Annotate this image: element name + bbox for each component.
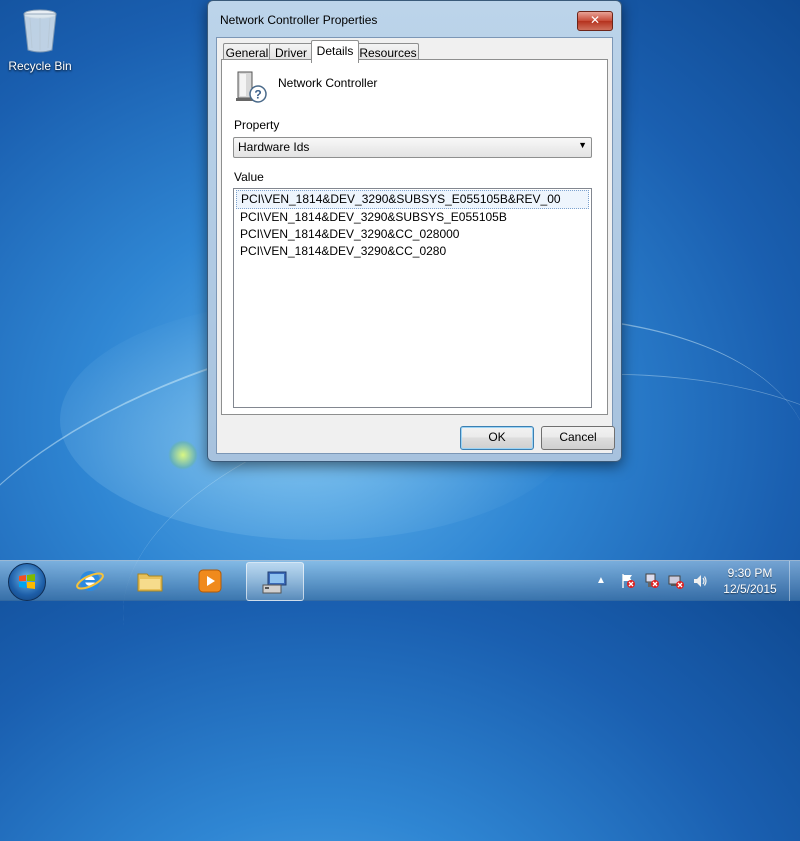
taskbar-device-manager[interactable] <box>246 562 304 601</box>
network-icon[interactable] <box>644 573 660 589</box>
recycle-bin[interactable]: Recycle Bin <box>4 6 76 73</box>
volume-icon[interactable] <box>692 573 708 589</box>
recycle-bin-icon <box>23 9 57 53</box>
list-item[interactable]: PCI\VEN_1814&DEV_3290&CC_0280 <box>234 243 591 260</box>
dialog-titlebar[interactable]: Network Controller Properties ✕ <box>208 1 621 37</box>
clock-time: 9:30 PM <box>727 566 773 580</box>
start-button[interactable] <box>8 563 46 601</box>
taskbar: ▲ 9:30 PM 12/5/2015 <box>0 560 800 601</box>
close-button[interactable]: ✕ <box>577 11 613 31</box>
taskbar-internet-explorer[interactable] <box>62 562 118 599</box>
property-label: Property <box>234 118 280 132</box>
details-page: ? Network Controller Property Hardware I… <box>221 59 608 415</box>
network-controller-icon: ? <box>236 71 267 103</box>
windows-logo-icon <box>19 574 35 589</box>
dialog-body: General Driver Details Resources ? Netwo… <box>216 37 615 454</box>
property-selected-value: Hardware Ids <box>238 140 310 154</box>
device-manager-icon <box>262 571 287 594</box>
media-player-icon <box>198 569 222 593</box>
clock-date: 12/5/2015 <box>723 582 777 596</box>
device-name: Network Controller <box>278 76 378 90</box>
value-label: Value <box>234 170 264 184</box>
properties-dialog: Network Controller Properties ✕ General … <box>207 0 622 462</box>
network-error-icon[interactable] <box>668 573 684 589</box>
value-list[interactable]: PCI\VEN_1814&DEV_3290&SUBSYS_E055105B&RE… <box>233 188 592 408</box>
dialog-title: Network Controller Properties <box>220 13 378 27</box>
close-icon: ✕ <box>589 13 601 27</box>
show-hidden-icons-arrow[interactable]: ▲ <box>596 573 612 589</box>
action-center-icon[interactable] <box>620 573 636 589</box>
svg-text:?: ? <box>254 88 261 102</box>
ok-button[interactable]: OK <box>460 426 534 450</box>
list-item[interactable]: PCI\VEN_1814&DEV_3290&SUBSYS_E055105B&RE… <box>236 190 589 209</box>
tab-details[interactable]: Details <box>311 40 359 63</box>
recycle-bin-label: Recycle Bin <box>8 59 72 73</box>
list-item[interactable]: PCI\VEN_1814&DEV_3290&CC_028000 <box>234 226 591 243</box>
clock[interactable]: 9:30 PM 12/5/2015 <box>712 565 788 597</box>
list-item[interactable]: PCI\VEN_1814&DEV_3290&SUBSYS_E055105B <box>234 209 591 226</box>
folder-icon <box>137 573 163 592</box>
chevron-down-icon: ▼ <box>578 140 587 150</box>
taskbar-media-player[interactable] <box>182 562 238 599</box>
cancel-button[interactable]: Cancel <box>541 426 615 450</box>
taskbar-explorer[interactable] <box>122 562 178 599</box>
property-dropdown[interactable]: Hardware Ids ▼ <box>233 137 592 158</box>
internet-explorer-icon <box>76 571 104 591</box>
wallpaper-leaf <box>168 440 198 470</box>
show-desktop-button[interactable] <box>789 561 800 601</box>
